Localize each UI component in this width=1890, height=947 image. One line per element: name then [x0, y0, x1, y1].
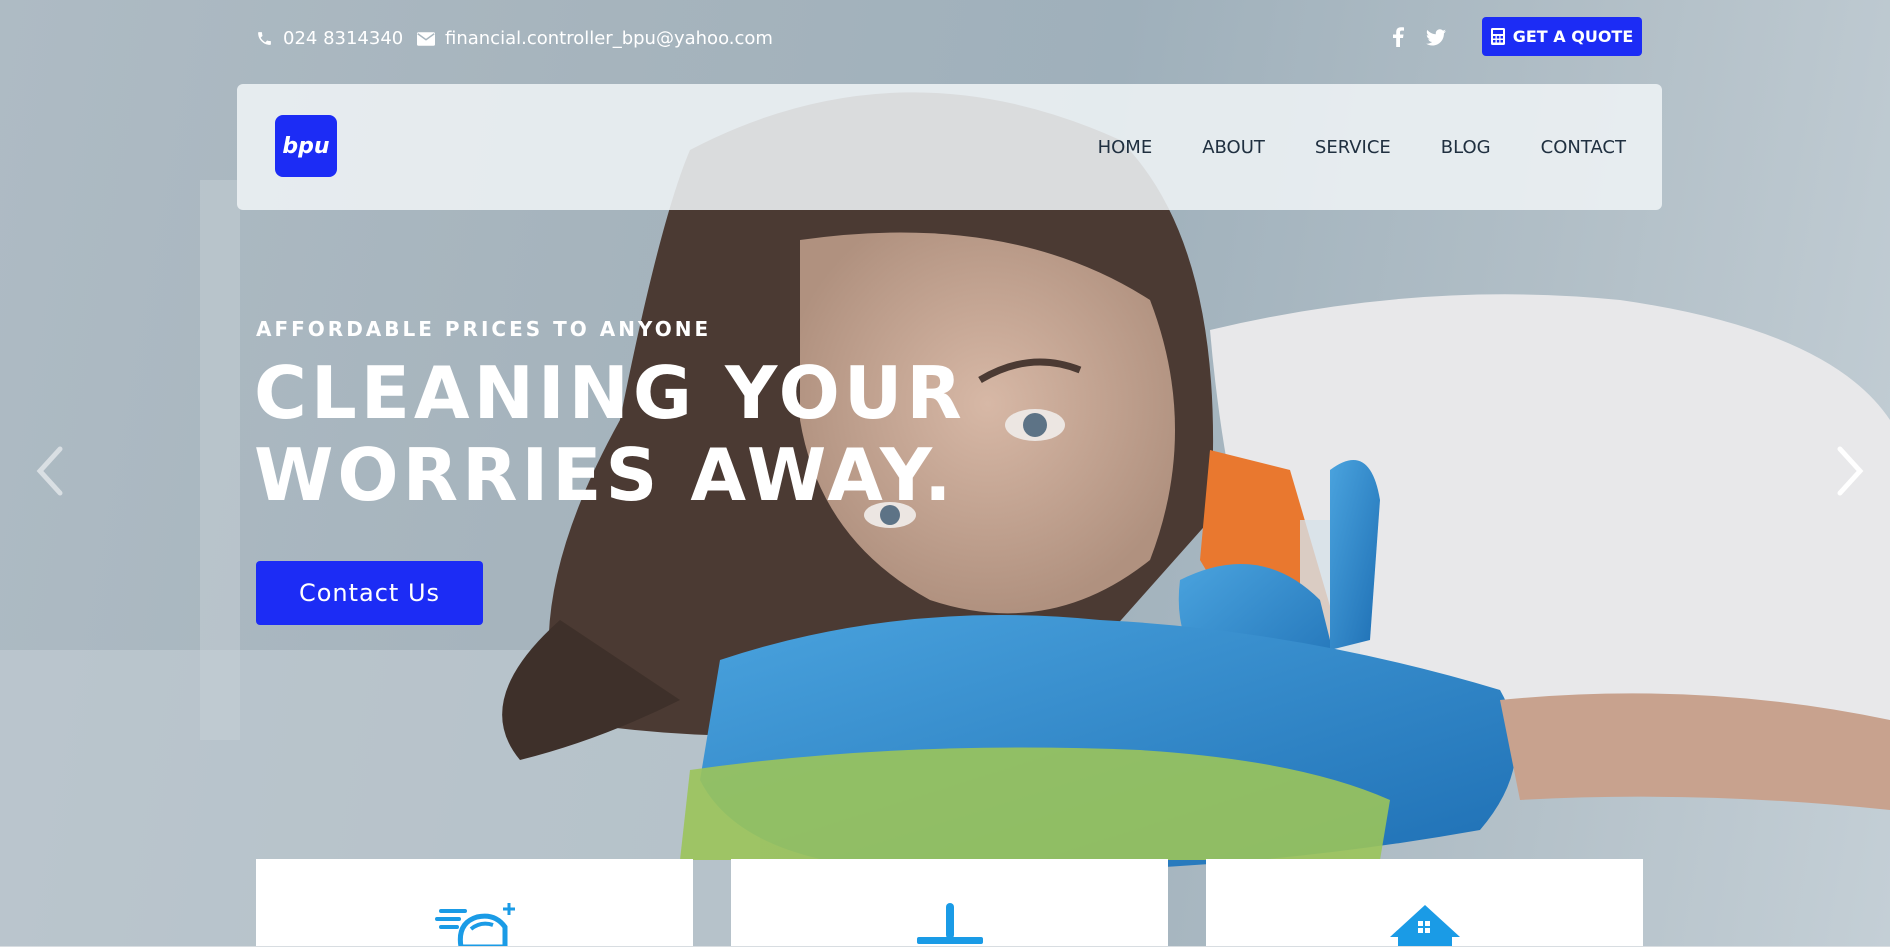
brand-logo[interactable]: bpu	[275, 115, 337, 177]
nav-item-home[interactable]: HOME	[1098, 137, 1153, 158]
house-icon	[1389, 905, 1460, 947]
hero-headline-line-1: CLEANING YOUR	[254, 351, 966, 435]
squeegee-icon	[916, 903, 983, 944]
hero-section: 024 8314340 financial.controller_bpu@yah…	[0, 0, 1890, 947]
get-quote-label: GET A QUOTE	[1512, 27, 1634, 46]
service-card-3[interactable]	[1206, 859, 1643, 947]
contact-us-button[interactable]: Contact Us	[256, 561, 483, 625]
hero-tagline: AFFORDABLE PRICES TO ANYONE	[256, 317, 712, 341]
email-contact[interactable]: financial.controller_bpu@yahoo.com	[417, 28, 773, 49]
envelope-icon	[417, 31, 435, 46]
twitter-link[interactable]	[1423, 24, 1449, 50]
email-address: financial.controller_bpu@yahoo.com	[445, 28, 773, 49]
hand-wash-icon	[434, 903, 515, 947]
chevron-left-icon	[36, 446, 63, 496]
hero-headline: CLEANING YOUR WORRIES AWAY.	[254, 352, 966, 516]
service-card-2[interactable]	[731, 859, 1168, 947]
nav-item-about[interactable]: ABOUT	[1202, 137, 1265, 158]
main-navbar: bpu HOME ABOUT SERVICE BLOG CONTACT	[237, 84, 1662, 210]
brand-logo-text: bpu	[282, 133, 330, 159]
nav-item-contact[interactable]: CONTACT	[1541, 137, 1626, 158]
facebook-icon	[1392, 27, 1404, 47]
service-card-1[interactable]	[256, 859, 693, 947]
phone-icon	[258, 32, 271, 45]
phone-number: 024 8314340	[283, 28, 404, 49]
carousel-prev-button[interactable]	[30, 445, 70, 497]
calculator-icon	[1490, 28, 1505, 45]
facebook-link[interactable]	[1385, 24, 1411, 50]
nav-item-blog[interactable]: BLOG	[1441, 137, 1491, 158]
get-quote-button[interactable]: GET A QUOTE	[1482, 17, 1642, 56]
hero-headline-line-2: WORRIES AWAY.	[254, 433, 956, 517]
carousel-next-button[interactable]	[1830, 445, 1870, 497]
chevron-right-icon	[1837, 446, 1864, 496]
phone-contact[interactable]: 024 8314340	[256, 28, 403, 49]
nav-menu: HOME ABOUT SERVICE BLOG CONTACT	[1098, 84, 1626, 210]
twitter-icon	[1426, 28, 1446, 45]
nav-item-service[interactable]: SERVICE	[1315, 137, 1391, 158]
